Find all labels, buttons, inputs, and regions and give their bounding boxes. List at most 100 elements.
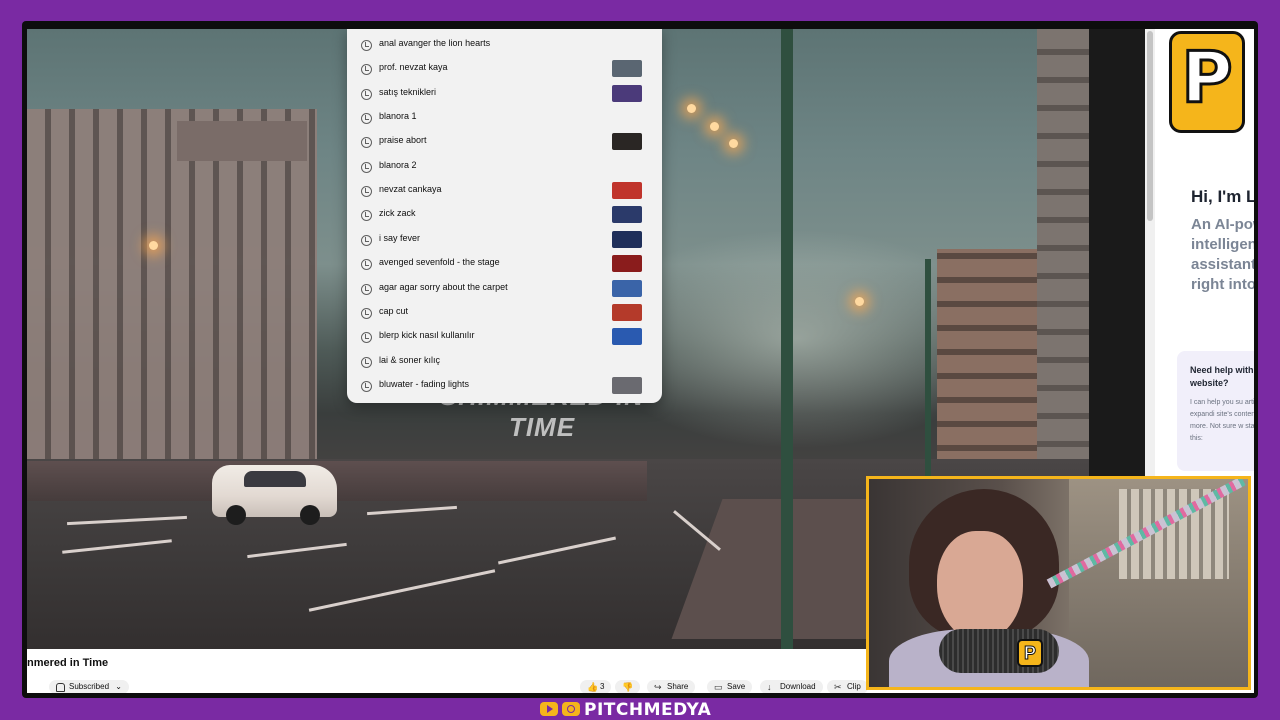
search-suggestion-text: prof. nevzat kaya <box>379 62 448 73</box>
search-suggestion-item[interactable]: anal avanger the lion hearts <box>347 33 662 57</box>
search-suggestion-item[interactable]: avenged sevenfold - the stage <box>347 252 662 276</box>
share-button[interactable]: ↪ Share <box>647 680 696 693</box>
history-icon <box>361 161 372 173</box>
bell-icon <box>56 683 65 692</box>
assistant-logo: P <box>1169 31 1245 133</box>
history-icon <box>361 234 372 246</box>
search-suggestion-item[interactable]: bluwater - fading lights <box>347 374 662 398</box>
help-card[interactable]: Need help with website? I can help you s… <box>1177 351 1254 471</box>
like-count: 3 <box>600 682 605 691</box>
help-card-body: I can help you su articles, expandi site… <box>1190 399 1254 442</box>
history-icon <box>361 64 372 76</box>
suggestion-thumbnail[interactable] <box>612 230 642 248</box>
search-suggestion-text: bluwater - fading lights <box>379 378 470 389</box>
search-suggestion-text: avenged sevenfold - the stage <box>379 257 500 268</box>
search-suggestion-text: blanora 1 <box>379 111 417 122</box>
sidewalk <box>27 461 647 501</box>
suggestion-thumbnail[interactable] <box>612 376 642 394</box>
save-icon: ▭ <box>714 682 723 692</box>
youtube-icon <box>540 702 558 716</box>
suggestion-thumbnail[interactable] <box>612 182 642 200</box>
search-suggestion-text: zick zack <box>379 208 416 219</box>
history-icon <box>361 332 372 344</box>
street-lamp <box>729 139 738 148</box>
search-suggestion-item[interactable]: lai & soner kılıç <box>347 350 662 374</box>
clip-button[interactable]: ✂ Clip <box>827 680 868 693</box>
help-card-title: Need help with website? <box>1190 365 1254 388</box>
download-button[interactable]: ↓ Download <box>760 680 823 693</box>
search-suggestion-item[interactable]: cap cut <box>347 301 662 325</box>
street-lamp <box>687 104 696 113</box>
thumbs-down-icon: 👎 <box>622 682 634 692</box>
dislike-button[interactable]: 👎 <box>615 680 640 693</box>
search-suggestion-text: blanora 2 <box>379 159 417 170</box>
search-suggestion-text: blerp kick nasıl kullanılır <box>379 330 475 341</box>
search-suggestion-item[interactable]: satış teknikleri <box>347 82 662 106</box>
scrollbar-thumb[interactable] <box>1147 31 1153 221</box>
share-icon: ↪ <box>654 682 662 692</box>
history-icon <box>361 113 372 125</box>
history-icon <box>361 259 372 271</box>
history-icon <box>361 283 372 295</box>
history-icon <box>361 356 372 368</box>
search-suggestion-item[interactable]: i say fever <box>347 228 662 252</box>
search-suggestion-text: agar agar sorry about the carpet <box>379 281 508 292</box>
search-suggestion-text: i say fever <box>379 232 421 243</box>
video-title: nmered in Time <box>27 657 109 669</box>
assistant-greeting: Hi, I'm L <box>1191 187 1254 206</box>
search-suggestion-item[interactable]: zick zack <box>347 203 662 227</box>
suggestion-thumbnail[interactable] <box>612 303 642 321</box>
suggestion-thumbnail[interactable] <box>612 279 642 297</box>
streamer-face <box>937 531 1023 641</box>
search-suggestion-item[interactable]: prof. nevzat kaya <box>347 57 662 81</box>
search-suggestion-item[interactable]: nevzat cankaya <box>347 179 662 203</box>
subscribed-label: Subscribed <box>69 682 110 691</box>
street-pole <box>925 259 931 479</box>
search-suggestion-item[interactable]: blanora 2 <box>347 155 662 179</box>
suggestion-thumbnail[interactable] <box>612 133 642 151</box>
taxi-car <box>212 465 337 525</box>
history-icon <box>361 307 372 319</box>
brand-name: PITCHMEDYA <box>584 700 712 720</box>
download-label: Download <box>780 682 816 691</box>
history-icon <box>361 186 372 198</box>
search-suggestion-item[interactable]: praise abort <box>347 130 662 154</box>
suggestion-thumbnail[interactable] <box>612 328 642 346</box>
search-suggestion-item[interactable]: agar agar sorry about the carpet <box>347 277 662 301</box>
thumbs-up-icon: 👍 <box>587 682 599 692</box>
search-suggestion-text: cap cut <box>379 305 409 316</box>
history-icon <box>361 137 372 149</box>
search-suggestion-item[interactable]: blanora 1 <box>347 106 662 130</box>
brand-footer: PITCHMEDYA <box>540 700 711 720</box>
search-suggestion-text: praise abort <box>379 135 427 146</box>
share-label: Share <box>667 682 689 691</box>
like-button[interactable]: 👍 3 <box>580 680 612 693</box>
mic-logo-badge: P <box>1017 639 1043 667</box>
clip-label: Clip <box>847 682 861 691</box>
search-suggestion-text: satış teknikleri <box>379 86 437 97</box>
building-left-roof <box>177 121 307 161</box>
suggestion-thumbnail[interactable] <box>612 60 642 78</box>
webcam-overlay: P <box>866 476 1251 690</box>
scissors-icon: ✂ <box>834 682 842 692</box>
suggestion-thumbnail[interactable] <box>612 255 642 273</box>
search-suggestion-text: lai & soner kılıç <box>379 354 441 365</box>
history-icon <box>361 40 372 51</box>
street-lamp <box>149 241 158 250</box>
history-icon <box>361 380 372 392</box>
download-icon: ↓ <box>767 682 772 692</box>
history-icon <box>361 88 372 100</box>
building-left <box>27 109 317 469</box>
search-suggestion-item[interactable]: blerp kick nasıl kullanılır <box>347 325 662 349</box>
suggestion-thumbnail[interactable] <box>612 84 642 102</box>
assistant-description: An AI-powered intelligent assistant buil… <box>1191 216 1254 293</box>
search-suggestion-text: nevzat cankaya <box>379 184 442 195</box>
street-pole <box>781 29 793 649</box>
suggestion-thumbnail[interactable] <box>612 206 642 224</box>
subscribed-button[interactable]: Subscribed ⌄ <box>49 680 129 693</box>
save-button[interactable]: ▭ Save <box>707 680 753 693</box>
logo-letter: P <box>1180 37 1234 120</box>
chevron-down-icon: ⌄ <box>115 682 122 691</box>
search-suggestions-dropdown: anal avanger the lion hearts prof. nevzat… <box>347 29 662 403</box>
building-right-brick <box>937 249 1047 469</box>
